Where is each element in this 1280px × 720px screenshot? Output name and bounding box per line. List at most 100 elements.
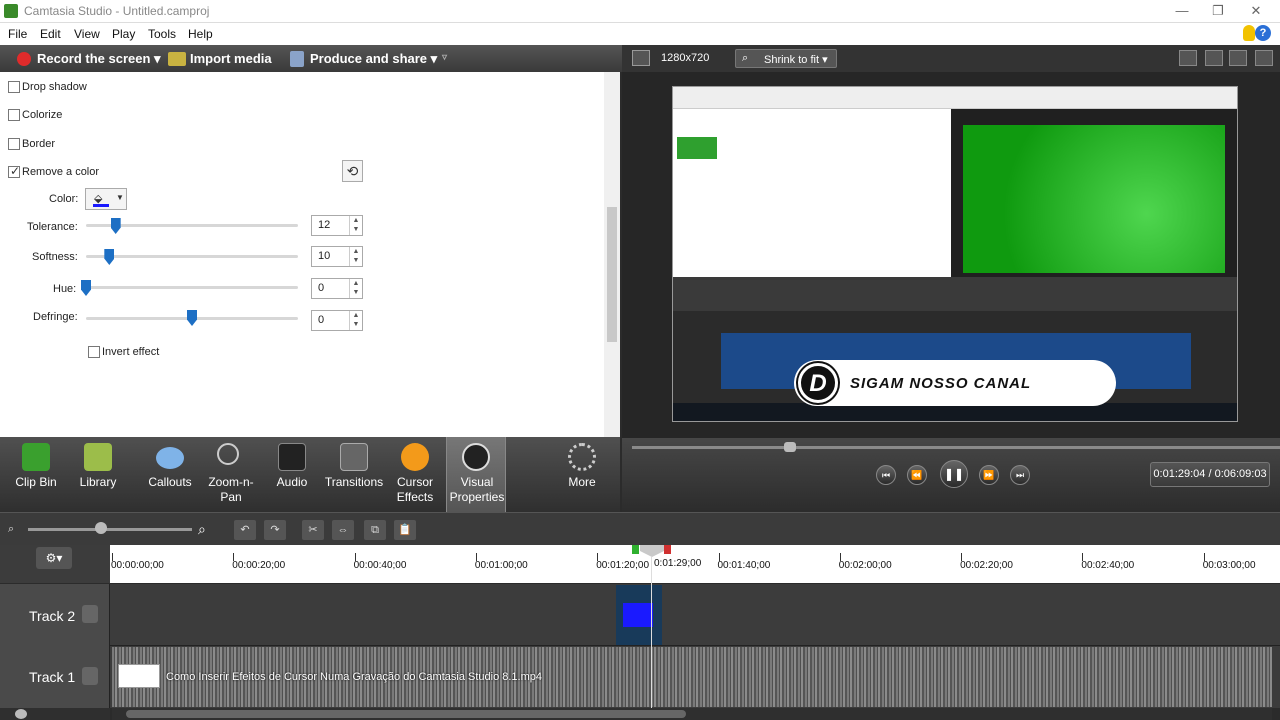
softness-label: Softness:	[32, 251, 78, 263]
import-folder-icon	[168, 52, 186, 66]
scrollbar-thumb[interactable]	[607, 207, 617, 342]
maximize-button[interactable]: ❐	[1200, 2, 1236, 20]
tab-label: Clip Bin	[15, 475, 57, 489]
menu-view[interactable]: View	[74, 27, 100, 41]
more-dots-icon	[568, 443, 596, 471]
close-button[interactable]: ✕	[1238, 2, 1274, 20]
invert-effect-checkbox[interactable]	[88, 346, 100, 358]
produce-share-button[interactable]: Produce and share ▾	[310, 51, 437, 67]
scrollbar-thumb[interactable]	[126, 710, 686, 718]
help-icon[interactable]: ?	[1255, 25, 1271, 41]
hue-value: 0	[318, 282, 325, 294]
tab-clip-bin[interactable]: Clip Bin	[2, 437, 70, 512]
tolerance-label: Tolerance:	[27, 221, 78, 233]
skip-to-end-button[interactable]: ⏭	[1010, 465, 1030, 485]
border-checkbox[interactable]	[8, 138, 20, 150]
fullscreen-icon[interactable]	[1255, 50, 1273, 66]
magnifier-icon: ⌕	[742, 52, 749, 64]
pause-button[interactable]: ❚❚	[940, 460, 968, 488]
tab-more[interactable]: More	[548, 437, 616, 512]
dimensions-label[interactable]: 1280x720	[661, 52, 709, 64]
menu-help[interactable]: Help	[188, 27, 213, 41]
tolerance-value: 12	[318, 219, 331, 231]
properties-scrollbar[interactable]	[604, 72, 620, 437]
nested-clip-thumbnail	[677, 137, 717, 159]
hue-slider[interactable]	[86, 286, 298, 289]
preview-toolbar: 1280x720 ⌕ Shrink to fit ▾	[622, 45, 1280, 72]
toolbar-overflow-icon[interactable]: ▿	[442, 52, 447, 63]
softness-slider-thumb[interactable]	[104, 249, 115, 265]
tip-bulb-icon[interactable]	[1243, 25, 1255, 41]
zoom-out-icon[interactable]: ⌕	[8, 523, 14, 536]
timeline-zoom-thumb[interactable]	[95, 522, 107, 534]
lock-icon[interactable]	[82, 605, 98, 623]
rewind-button[interactable]: ⏪	[907, 465, 927, 485]
record-screen-button[interactable]: Record the screen ▾	[37, 51, 161, 67]
skip-to-start-button[interactable]: ⏮	[876, 465, 896, 485]
tab-label: Zoom-n-	[208, 475, 254, 489]
copy-icon[interactable]: ⧉	[364, 520, 386, 540]
tab-audio[interactable]: Audio	[258, 437, 326, 512]
crop-icon[interactable]	[1179, 50, 1197, 66]
import-media-button[interactable]: Import media	[190, 51, 272, 66]
menu-edit[interactable]: Edit	[40, 27, 61, 41]
paste-icon[interactable]: 📋	[394, 520, 416, 540]
detach-icon[interactable]	[1229, 50, 1247, 66]
defringe-slider-thumb[interactable]	[187, 310, 197, 326]
hue-stepper[interactable]: 0 ▲ ▼	[311, 278, 363, 299]
camtasia-app-icon	[4, 4, 18, 18]
lock-icon[interactable]	[82, 667, 98, 685]
redo-icon[interactable]: ↷	[264, 520, 286, 540]
tolerance-stepper[interactable]: 12 ▲ ▼	[311, 215, 363, 236]
border-label: Border	[22, 138, 56, 150]
tab-callouts[interactable]: Callouts	[136, 437, 204, 512]
undo-icon[interactable]: ↶	[234, 520, 256, 540]
reset-icon[interactable]: ⟲	[342, 160, 363, 182]
menu-file[interactable]: File	[8, 27, 27, 41]
track-height-thumb[interactable]	[15, 709, 27, 719]
stepper-arrows-icon[interactable]: ▲ ▼	[349, 279, 362, 298]
timeline-zoom-slider[interactable]	[28, 528, 192, 531]
ruler-tick-label: 00:01:00;00	[474, 560, 528, 571]
zoom-dropdown[interactable]: ⌕ Shrink to fit ▾	[735, 49, 837, 68]
menu-play[interactable]: Play	[112, 27, 135, 41]
chevron-down-icon: ▼	[116, 193, 124, 202]
menu-tools[interactable]: Tools	[148, 27, 176, 41]
tab-cursor-effects[interactable]: Cursor Effects	[381, 437, 449, 512]
tab-transitions[interactable]: Transitions	[320, 437, 388, 512]
track-height-slider[interactable]	[0, 708, 110, 720]
playhead-out-marker[interactable]	[664, 545, 671, 554]
hue-slider-thumb[interactable]	[81, 280, 91, 296]
softness-stepper[interactable]: 10 ▲ ▼	[311, 246, 363, 267]
tab-library[interactable]: Library	[64, 437, 132, 512]
timeline-settings-gear-icon[interactable]: ⚙▾	[36, 547, 72, 569]
cut-icon[interactable]: ✂	[302, 520, 324, 540]
defringe-stepper[interactable]: 0 ▲ ▼	[311, 310, 363, 331]
zoom-in-icon[interactable]: ⌕	[198, 521, 206, 538]
stepper-arrows-icon[interactable]: ▲ ▼	[349, 247, 362, 266]
playhead-in-marker[interactable]	[632, 545, 639, 554]
resize-icon[interactable]	[632, 50, 650, 66]
drop-shadow-checkbox[interactable]	[8, 81, 20, 93]
visual-properties-panel: Drop shadow Colorize Border Remove a col…	[0, 72, 620, 437]
softness-slider[interactable]	[86, 255, 298, 258]
track-2-header: Track 2	[0, 584, 110, 646]
stepper-arrows-icon[interactable]: ▲ ▼	[349, 311, 362, 330]
track-2-clip[interactable]	[616, 585, 662, 645]
pan-hand-icon[interactable]	[1205, 50, 1223, 66]
tab-label: Visual	[460, 475, 494, 489]
tolerance-slider-thumb[interactable]	[110, 218, 121, 234]
fast-forward-button[interactable]: ⏩	[979, 465, 999, 485]
seek-thumb[interactable]	[784, 442, 796, 452]
timeline-horizontal-scrollbar[interactable]	[112, 708, 1272, 720]
remove-color-checkbox[interactable]	[8, 164, 20, 178]
stepper-arrows-icon[interactable]: ▲ ▼	[349, 216, 362, 235]
minimize-button[interactable]: —	[1164, 2, 1200, 20]
window-title: Camtasia Studio - Untitled.camproj	[24, 4, 210, 18]
tab-zoom-n-pan[interactable]: Zoom-n- Pan	[197, 437, 265, 512]
seek-bar[interactable]	[632, 446, 1280, 449]
tab-visual-properties[interactable]: Visual Properties	[446, 437, 506, 512]
colorize-checkbox[interactable]	[8, 109, 20, 121]
split-icon[interactable]: ⇔	[332, 520, 354, 540]
color-picker[interactable]: ⬙ ▼	[85, 188, 127, 210]
